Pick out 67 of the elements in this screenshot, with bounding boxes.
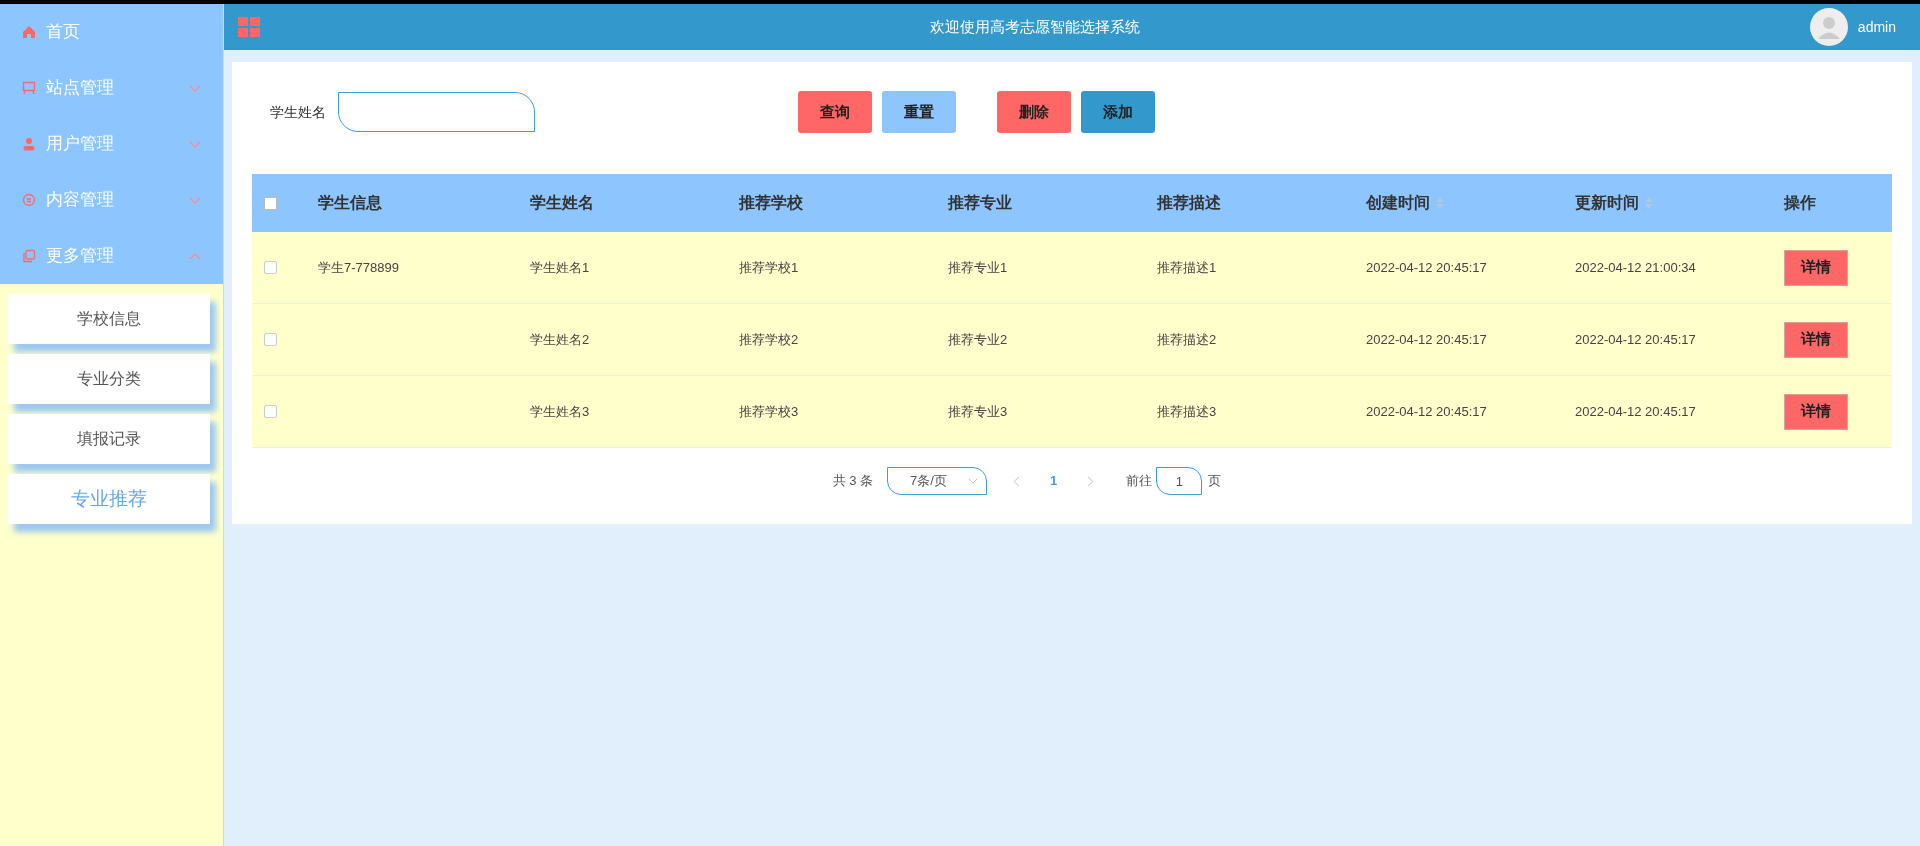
row-checkbox[interactable]	[264, 405, 277, 418]
goto-page-field[interactable]: 1	[1156, 467, 1203, 495]
table-cell: 推荐学校1	[739, 259, 799, 275]
chevron-down-icon	[189, 84, 201, 92]
table-cell: 2022-04-12 20:45:17	[1575, 403, 1696, 419]
goto-suffix: 页	[1208, 472, 1222, 491]
header-title: 欢迎使用高考志愿智能选择系统	[929, 16, 1140, 37]
column-header: 操作	[1784, 193, 1816, 213]
row-checkbox[interactable]	[264, 333, 277, 346]
previous-page-icon[interactable]	[1013, 475, 1021, 487]
submenu-item[interactable]: 学校信息	[8, 294, 210, 344]
table-cell: 推荐学校2	[739, 331, 799, 347]
easel-icon	[22, 81, 36, 95]
table-cell: 推荐专业3	[948, 403, 1008, 419]
table-cell: 推荐描述3	[1157, 403, 1217, 419]
page-number[interactable]: 1	[1050, 471, 1058, 491]
total-count: 共 3 条	[832, 472, 874, 491]
username: admin	[1857, 17, 1896, 37]
student-name-field[interactable]	[338, 92, 535, 132]
table-cell: 2022-04-12 20:45:17	[1366, 403, 1487, 419]
column-header: 推荐学校	[739, 193, 803, 213]
page-size-select[interactable]: 7条/页	[887, 467, 988, 495]
table-cell: 2022-04-12 20:45:17	[1575, 331, 1696, 347]
chevron-down-icon	[189, 140, 201, 148]
submenu-item[interactable]: 专业分类	[8, 354, 210, 404]
chevron-up-icon	[189, 252, 201, 260]
column-header: 学生信息	[318, 193, 382, 213]
sort-icon[interactable]	[1645, 197, 1653, 209]
toolbar-button[interactable]: 查询	[798, 91, 872, 133]
table-cell: 2022-04-12 21:00:34	[1575, 259, 1696, 275]
chevron-down-icon	[968, 478, 979, 484]
table-cell: 学生姓名2	[530, 331, 590, 347]
toolbar-button[interactable]: 删除	[997, 91, 1071, 133]
avatar-icon[interactable]	[1809, 8, 1848, 46]
grid-icon[interactable]	[238, 17, 260, 37]
toolbar-button[interactable]: 添加	[1081, 91, 1155, 133]
table-cell: 推荐专业1	[948, 259, 1008, 275]
table-cell: 学生7-778899	[318, 259, 399, 275]
table-cell: 推荐学校3	[739, 403, 799, 419]
table-cell: 推荐描述1	[1157, 259, 1217, 275]
table-cell: 推荐描述2	[1157, 331, 1217, 347]
chevron-down-icon	[189, 196, 201, 204]
details-button[interactable]: 详情	[1784, 321, 1848, 358]
column-header[interactable]: 创建时间	[1366, 191, 1444, 215]
search-label: 学生姓名	[270, 102, 326, 122]
row-checkbox[interactable]	[264, 261, 277, 274]
table-cell: 学生姓名1	[530, 259, 590, 275]
home-icon	[22, 25, 36, 39]
chat-icon	[22, 193, 36, 207]
next-page-icon[interactable]	[1087, 475, 1095, 487]
sort-icon[interactable]	[1436, 197, 1444, 209]
table-cell: 学生姓名3	[530, 403, 590, 419]
column-header: 学生姓名	[530, 193, 594, 213]
details-button[interactable]: 详情	[1784, 249, 1848, 286]
table-cell: 2022-04-12 20:45:17	[1366, 331, 1487, 347]
table-cell: 推荐专业2	[948, 331, 1008, 347]
table-cell: 2022-04-12 20:45:17	[1366, 259, 1487, 275]
details-button[interactable]: 详情	[1784, 393, 1848, 430]
column-header: 推荐描述	[1157, 193, 1221, 213]
column-header: 推荐专业	[948, 193, 1012, 213]
copy-icon	[22, 249, 36, 263]
goto-label: 前往	[1126, 472, 1153, 491]
column-header[interactable]: 更新时间	[1575, 191, 1653, 215]
toolbar-button[interactable]: 重置	[882, 91, 956, 133]
select-all-checkbox[interactable]	[264, 196, 277, 210]
user-icon	[22, 137, 36, 151]
submenu-item[interactable]: 填报记录	[8, 414, 210, 464]
